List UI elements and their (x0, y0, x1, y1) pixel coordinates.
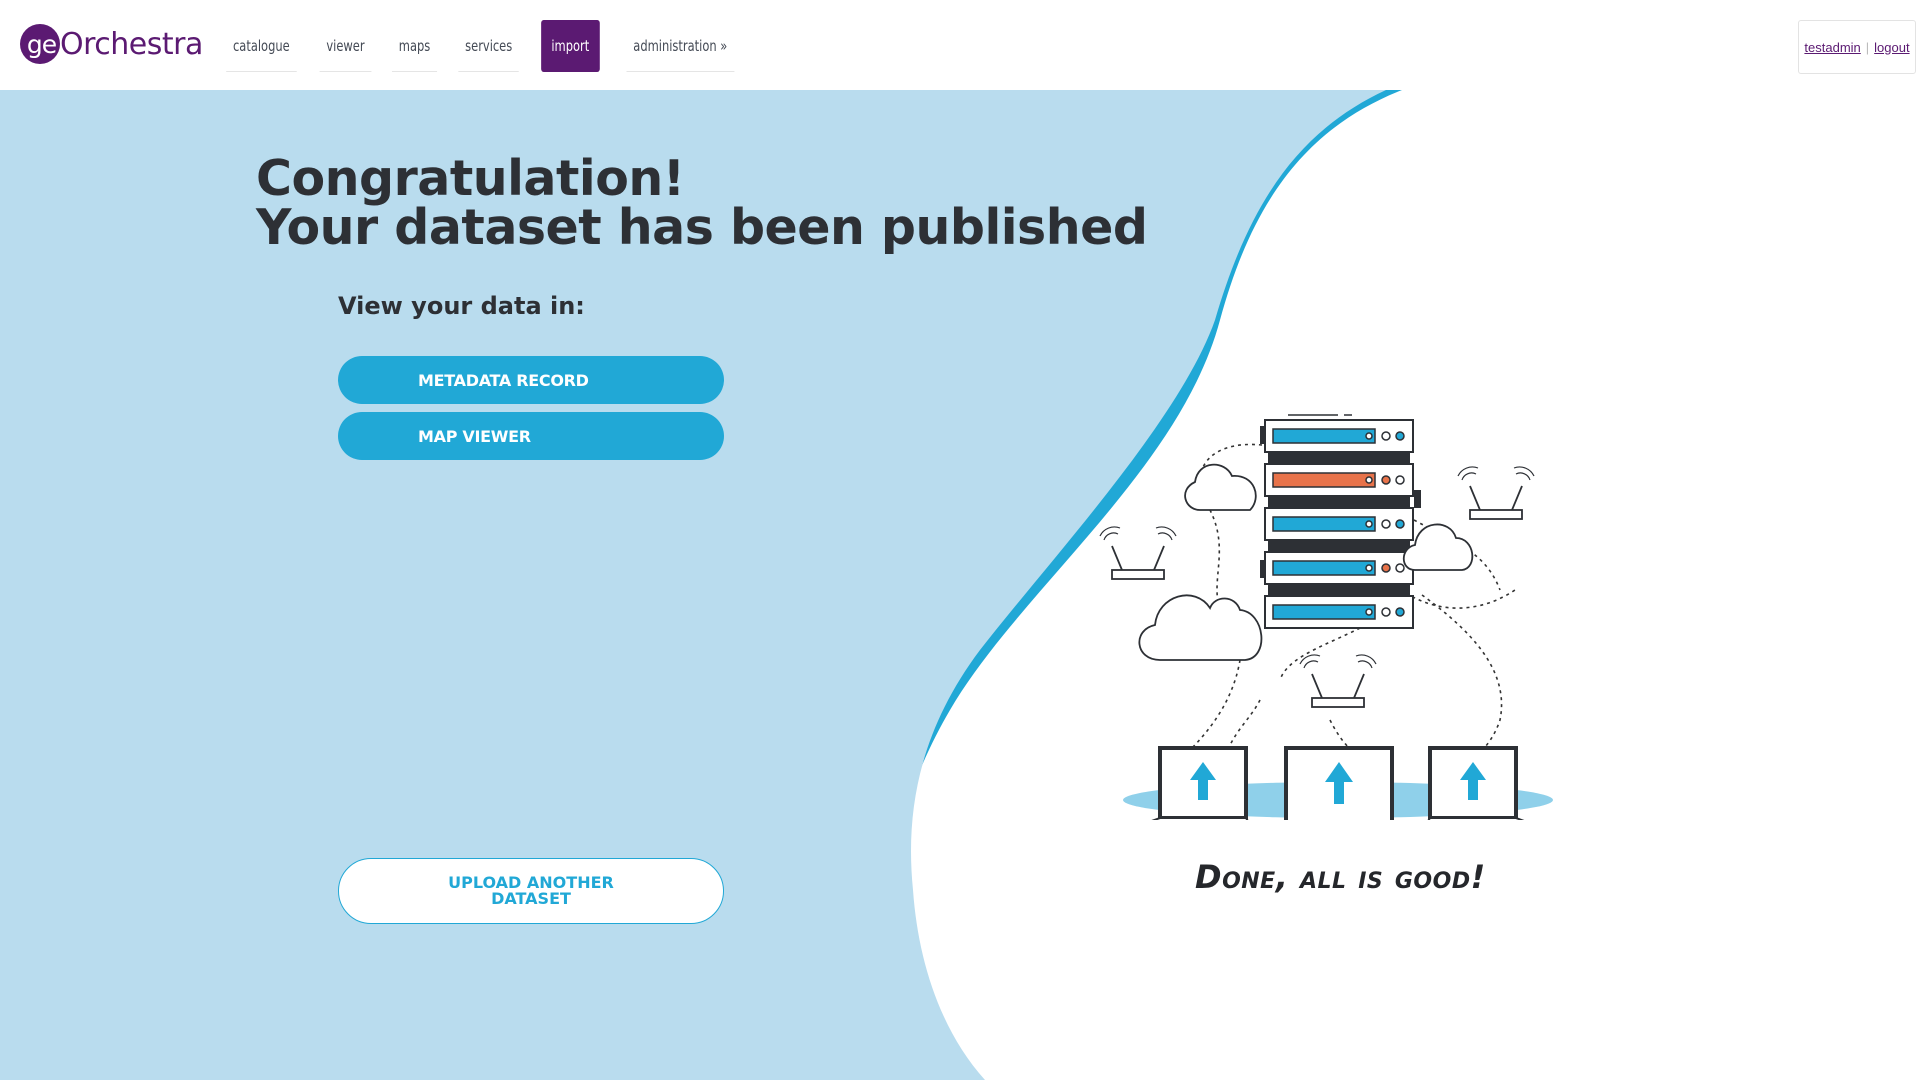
logo-mark: ge (20, 24, 60, 64)
server-rack-icon (1260, 414, 1421, 629)
logout-link[interactable]: logout (1874, 40, 1909, 55)
nav-item-import[interactable]: import (541, 20, 600, 72)
map-viewer-button[interactable]: MAP VIEWER (338, 412, 724, 460)
success-panel: Congratulation! Your dataset has been pu… (0, 90, 1920, 1080)
title-line-2: Your dataset has been published (256, 199, 1148, 256)
georchestra-logo[interactable]: ge Orchestra (20, 24, 203, 64)
upload-another-label: UPLOAD ANOTHER DATASET (448, 873, 614, 908)
logo-wordmark: Orchestra (60, 26, 203, 62)
done-message: Done, all is good! (1195, 858, 1486, 896)
nav-item-catalogue[interactable]: catalogue (226, 20, 297, 72)
top-header: ge Orchestra catalogue viewer maps servi… (0, 0, 1920, 90)
view-data-subtitle: View your data in: (338, 292, 585, 320)
publish-illustration (1099, 414, 1553, 820)
laptop-upload-icon (1151, 746, 1525, 820)
page-title: Congratulation! Your dataset has been pu… (256, 154, 1148, 252)
user-box: testadmin | logout (1798, 20, 1916, 74)
nav-item-services[interactable]: services (458, 20, 519, 72)
username-link[interactable]: testadmin (1804, 40, 1860, 55)
nav-item-viewer[interactable]: viewer (319, 20, 372, 72)
nav-item-administration[interactable]: administration » (626, 20, 734, 72)
main-nav: catalogue viewer maps services import ad… (220, 20, 743, 72)
nav-item-maps[interactable]: maps (391, 20, 437, 72)
user-separator: | (1865, 39, 1870, 55)
upload-another-dataset-button[interactable]: UPLOAD ANOTHER DATASET (338, 858, 724, 924)
metadata-record-button[interactable]: METADATA RECORD (338, 356, 724, 404)
